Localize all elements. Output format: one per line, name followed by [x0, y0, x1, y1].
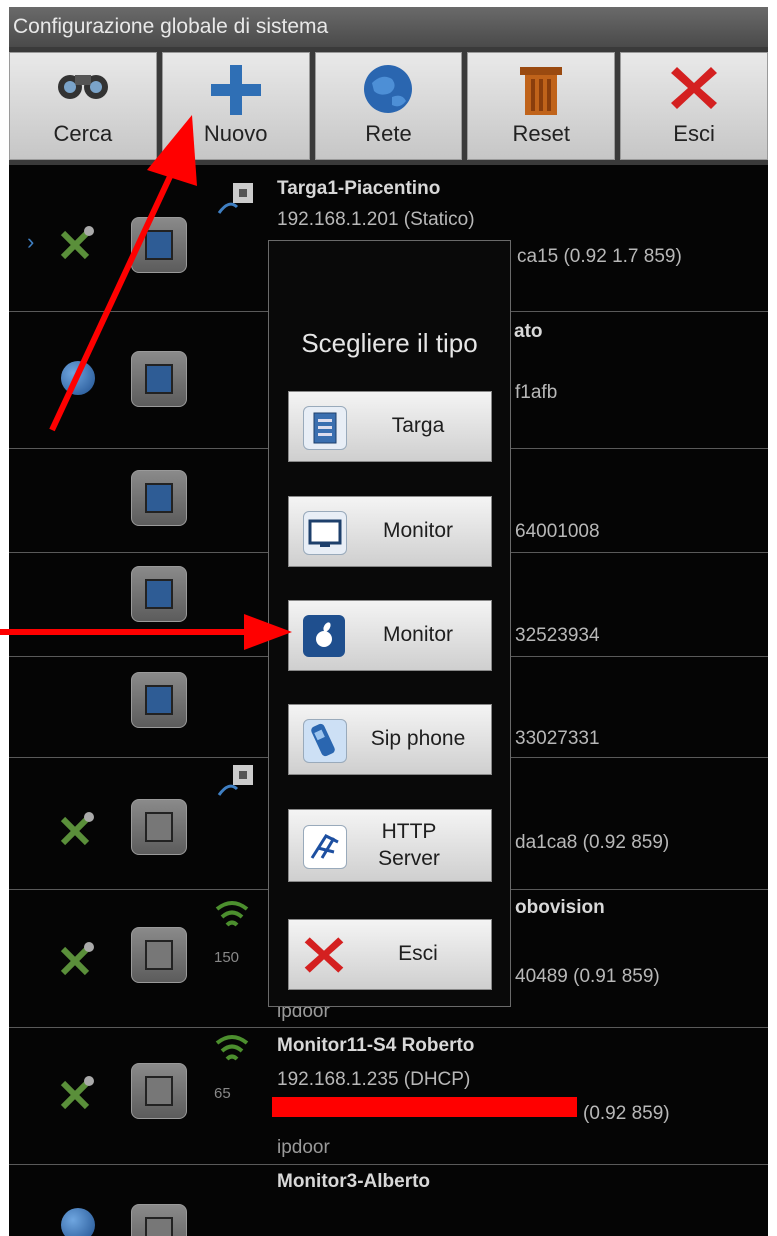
arrow-to-nuovo — [49, 153, 183, 432]
annotation-overlay — [0, 115, 577, 1117]
redaction-bar — [272, 1097, 577, 1117]
arrowhead-up — [147, 115, 197, 186]
arrowhead-right — [244, 614, 292, 650]
